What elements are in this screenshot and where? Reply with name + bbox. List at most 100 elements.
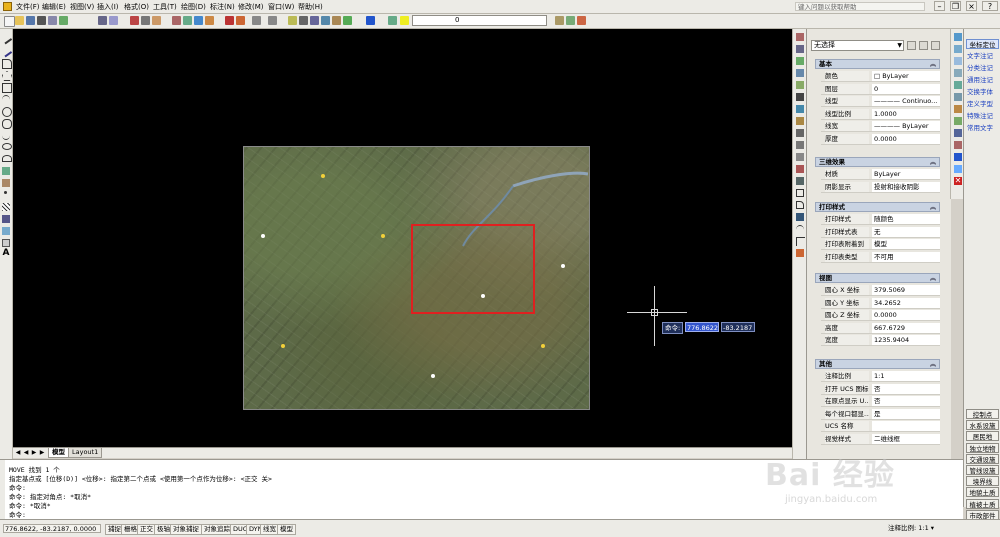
info-icon[interactable] — [954, 153, 962, 161]
insert-block-icon[interactable] — [2, 167, 10, 175]
property-section-header[interactable]: 基本 ︽ — [815, 59, 940, 69]
gradient-icon[interactable] — [2, 215, 10, 223]
brush-icon[interactable] — [236, 16, 245, 25]
property-value[interactable]: 不可用 — [872, 251, 940, 262]
locate-icon[interactable] — [954, 33, 962, 41]
property-value[interactable]: 34.2652 — [872, 297, 940, 308]
property-section-header[interactable]: 打印样式 ︽ — [815, 202, 940, 212]
property-row[interactable]: 图层 0 — [821, 83, 940, 95]
property-value[interactable]: 二维线框 — [872, 433, 940, 444]
dynamic-input-x[interactable]: 776.8622 — [685, 322, 719, 332]
markup-icon[interactable] — [343, 16, 352, 25]
view-grid-icon[interactable] — [98, 16, 107, 25]
property-row[interactable]: 打印样式表无 — [821, 226, 940, 238]
save-icon[interactable] — [26, 16, 35, 25]
layer-manager-icon[interactable] — [388, 16, 397, 25]
break-icon[interactable] — [796, 165, 804, 173]
construction-line-icon[interactable] — [0, 44, 13, 58]
zoom-window-icon[interactable] — [109, 16, 118, 25]
command-window-handle[interactable] — [0, 460, 5, 520]
property-row[interactable]: 打印表附着到 模型 — [821, 239, 940, 250]
menu-draw[interactable]: 绘图(D) — [181, 2, 206, 12]
category-button[interactable]: 交通设施 — [966, 453, 999, 464]
property-value[interactable]: 379.5069 — [872, 285, 940, 295]
layer-dropdown[interactable]: 0 — [412, 15, 547, 26]
tool-palette-icon[interactable] — [205, 16, 214, 25]
property-row[interactable]: 高度 667.6729 — [821, 322, 940, 334]
fillet-icon[interactable] — [796, 201, 804, 209]
property-row[interactable]: 视觉样式 二维线框 — [821, 433, 940, 445]
make-current-layer-icon[interactable] — [555, 16, 564, 25]
minimize-icon[interactable]: – — [934, 1, 945, 11]
property-row[interactable]: 宽度 1235.9404 — [821, 335, 940, 346]
zoom-previous-icon[interactable] — [310, 16, 319, 25]
annotation-scale[interactable]: 注释比例: 1:1 ▾ — [888, 524, 934, 533]
pen-icon[interactable] — [954, 105, 962, 113]
erase-icon[interactable] — [796, 33, 804, 41]
polyline-edit-icon[interactable] — [796, 237, 805, 246]
coordinate-readout[interactable]: 776.8622, -83.2187, 0.0000 — [3, 524, 101, 533]
redo-icon[interactable] — [268, 16, 277, 25]
cut-icon[interactable] — [130, 16, 139, 25]
circle-icon[interactable] — [2, 107, 12, 117]
property-value[interactable]: ByLayer — [872, 169, 940, 179]
property-value[interactable]: 否 — [872, 396, 940, 406]
trim-icon[interactable] — [796, 141, 804, 149]
property-value[interactable]: □ ByLayer — [872, 71, 940, 81]
paste-icon[interactable] — [152, 16, 161, 25]
property-value[interactable]: 0 — [872, 83, 940, 94]
hatch-icon[interactable] — [2, 203, 10, 211]
property-row[interactable]: 打印样式 随颜色 — [821, 214, 940, 225]
layer-icon[interactable] — [954, 81, 962, 89]
pan-icon[interactable] — [288, 16, 297, 25]
multiline-text-icon[interactable]: A — [2, 249, 10, 258]
status-toggle[interactable]: 对象捕捉 — [170, 524, 202, 535]
layer-state-icon[interactable] — [577, 16, 586, 25]
property-row[interactable]: 阴影显示 投射和接收阴影 — [821, 181, 940, 193]
category-button[interactable]: 管线设施 — [966, 465, 999, 475]
property-value[interactable]: ———— ByLayer — [872, 121, 940, 131]
table-icon[interactable] — [2, 239, 10, 247]
help-toolbar-icon[interactable] — [366, 16, 375, 25]
property-row[interactable]: 圆心 Z 坐标 0.0000 — [821, 310, 940, 321]
ellipse-arc-icon[interactable] — [2, 155, 12, 162]
properties-icon[interactable] — [321, 16, 330, 25]
menu-help[interactable]: 帮助(H) — [298, 2, 323, 12]
property-row[interactable]: 每个视口都显... 是 — [821, 408, 940, 420]
help-search-input[interactable]: 键入问题以获取帮助 — [795, 2, 925, 11]
property-row[interactable]: 注释比例 1:1 — [821, 371, 940, 382]
property-section-header[interactable]: 其他 ︽ — [815, 359, 940, 369]
property-row[interactable]: 厚度 0.0000 — [821, 133, 940, 145]
property-value[interactable]: 否 — [872, 383, 940, 394]
menu-view[interactable]: 视图(V) — [70, 2, 94, 12]
layer-on-icon[interactable] — [400, 16, 409, 25]
rectangle-icon[interactable] — [2, 83, 12, 93]
property-section-header[interactable]: 视图 ︽ — [815, 273, 940, 283]
status-toggle[interactable]: 对象追踪 — [201, 524, 233, 535]
menu-window[interactable]: 窗口(W) — [268, 2, 294, 12]
select-objects-icon[interactable] — [919, 41, 928, 50]
selection-rectangle[interactable] — [411, 224, 535, 314]
zoom-icon[interactable] — [954, 57, 962, 65]
property-value[interactable]: 1:1 — [872, 371, 940, 381]
panel-item[interactable]: 分类注记 — [966, 63, 999, 73]
prev-tab-icon[interactable]: ◀ — [23, 449, 29, 456]
print-icon[interactable] — [37, 16, 46, 25]
polygon-icon[interactable] — [2, 71, 12, 81]
property-row[interactable]: 线宽 ———— ByLayer — [821, 121, 940, 132]
property-row[interactable]: 在原点显示 U... 否 — [821, 396, 940, 407]
stretch-icon[interactable] — [796, 129, 804, 137]
match-properties-icon[interactable] — [172, 16, 181, 25]
property-row[interactable]: 圆心 Y 坐标 34.2652 — [821, 297, 940, 309]
line-icon[interactable] — [0, 31, 13, 45]
revision-cloud-icon[interactable] — [2, 119, 12, 129]
table-view-icon[interactable] — [954, 93, 962, 101]
layer-previous-icon[interactable] — [566, 16, 575, 25]
scale-icon[interactable] — [796, 117, 804, 125]
property-value[interactable]: 667.6729 — [872, 322, 940, 333]
property-row[interactable]: 线型 ———— Continuo... — [821, 96, 940, 107]
property-value[interactable]: ———— Continuo... — [872, 96, 940, 106]
menu-dimension[interactable]: 标注(N) — [210, 2, 235, 12]
property-value[interactable]: 1235.9404 — [872, 335, 940, 345]
settings-icon[interactable] — [954, 141, 962, 149]
